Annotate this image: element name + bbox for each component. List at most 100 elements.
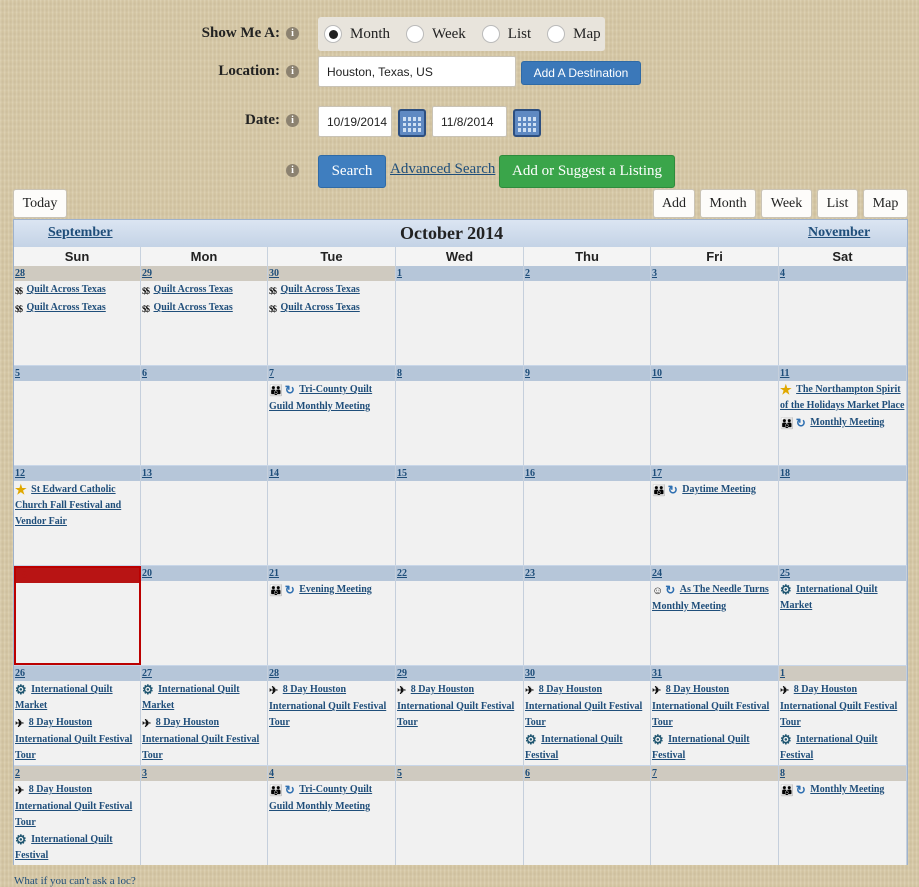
calendar-event[interactable]: ★ The Northampton Spirit of the Holidays… [779,381,906,414]
radio-button[interactable] [324,25,342,43]
date-to-input[interactable]: 11/8/2014 [432,106,507,137]
day-number-label[interactable]: 28 [269,668,279,679]
day-cell[interactable]: 22 [396,566,524,665]
day-cell[interactable]: 8 [396,366,524,465]
day-number-label[interactable]: 20 [142,568,152,579]
day-number[interactable]: 2 [14,766,140,781]
calendar-event[interactable]: ✈ 8 Day Houston International Quilt Fest… [14,714,140,764]
radio-list[interactable]: List [481,25,531,43]
day-number-label[interactable]: 12 [15,468,25,479]
calendar-event[interactable]: $$ Quilt Across Texas [268,281,395,299]
map-view-button[interactable]: Map [863,189,908,218]
event-link[interactable]: 8 Day Houston International Quilt Festiv… [15,784,132,828]
day-cell[interactable]: 2 [524,266,651,365]
radio-button[interactable] [481,25,500,43]
day-cell[interactable]: 20 [141,566,268,665]
day-number[interactable]: 22 [396,566,523,581]
day-number-label[interactable]: 11 [780,368,789,379]
calendar-event[interactable]: ⚙ International Quilt Market [141,681,267,714]
calendar-event[interactable]: ⚙ International Quilt Market [779,581,906,614]
radio-week[interactable]: Week [406,25,466,43]
day-number[interactable]: 31 [651,666,778,681]
calendar-event[interactable]: 👪 ↻ Monthly Meeting [779,414,906,432]
day-number[interactable]: 30 [524,666,650,681]
day-number[interactable]: 2 [524,266,650,281]
day-number[interactable]: 5 [14,366,140,381]
day-cell[interactable]: 3 [141,766,268,865]
prev-month-link[interactable]: September [48,225,113,241]
day-cell[interactable]: 6 [141,366,268,465]
info-icon[interactable]: i [286,65,299,78]
event-link[interactable]: Daytime Meeting [682,484,756,495]
day-number-label[interactable]: 26 [15,668,25,679]
day-cell[interactable]: 24 ☺ ↻ As The Needle Turns Monthly Meeting [651,566,779,665]
day-cell[interactable]: 5 [14,366,141,465]
day-number-label[interactable]: 31 [652,668,662,679]
footnote-link[interactable]: What if you can't ask a loc? [14,875,136,887]
calendar-event[interactable]: $$ Quilt Across Texas [141,299,267,317]
day-cell[interactable]: 21 👪 ↻ Evening Meeting [268,566,396,665]
day-number[interactable]: 28 [14,266,140,281]
day-number-label[interactable]: 2 [15,768,20,779]
add-destination-button[interactable]: Add A Destination [521,61,641,85]
day-number[interactable]: 12 [14,466,140,481]
day-number[interactable]: 1 [396,266,523,281]
event-link[interactable]: 8 Day Houston International Quilt Festiv… [652,684,769,728]
day-number-label[interactable]: 16 [525,468,535,479]
event-link[interactable]: 8 Day Houston International Quilt Festiv… [525,684,642,728]
calendar-event[interactable]: ✈ 8 Day Houston International Quilt Fest… [268,681,395,731]
event-link[interactable]: 8 Day Houston International Quilt Festiv… [269,684,386,728]
day-number-label[interactable]: 4 [780,268,785,279]
day-number[interactable]: 26 [14,666,140,681]
day-cell[interactable]: 28 $$ Quilt Across Texas $$ Quilt Across T… [14,266,141,365]
event-link[interactable]: International Quilt Market [142,684,240,711]
day-number[interactable]: 23 [524,566,650,581]
day-number[interactable]: 16 [524,466,650,481]
day-cell[interactable]: 14 [268,466,396,565]
day-cell[interactable]: 31 ✈ 8 Day Houston International Quilt Fe… [651,666,779,765]
event-link[interactable]: Quilt Across Texas [154,284,233,295]
day-cell[interactable]: 4 👪 ↻ Tri-County Quilt Guild Monthly Meeti… [268,766,396,865]
day-cell[interactable]: 29 ✈ 8 Day Houston International Quilt Fe… [396,666,524,765]
calendar-event[interactable]: ⚙ International Quilt Festival [651,731,778,764]
day-number-label[interactable]: 2 [525,268,530,279]
day-number-label[interactable]: 21 [269,568,279,579]
day-number[interactable]: 27 [141,666,267,681]
location-input[interactable]: Houston, Texas, US [318,56,516,87]
calendar-event[interactable]: ✈ 8 Day Houston International Quilt Fest… [396,681,523,731]
event-link[interactable]: Quilt Across Texas [27,284,106,295]
day-cell[interactable]: 2 ✈ 8 Day Houston International Quilt Fes… [14,766,141,865]
day-cell[interactable]: 7 👪 ↻ Tri-County Quilt Guild Monthly Meeti… [268,366,396,465]
day-number-label[interactable]: 5 [397,768,402,779]
day-cell[interactable]: 27 ⚙ International Quilt Market ✈ 8 Day Ho… [141,666,268,765]
day-number[interactable]: 30 [268,266,395,281]
day-number-label[interactable]: 29 [142,268,152,279]
event-link[interactable]: St Edward Catholic Church Fall Festival … [15,484,121,527]
calendar-picker-icon[interactable] [398,109,426,137]
day-cell[interactable]: 26 ⚙ International Quilt Market ✈ 8 Day Ho… [14,666,141,765]
day-number-label[interactable]: 3 [652,268,657,279]
calendar-event[interactable]: ☺ ↻ As The Needle Turns Monthly Meeting [651,581,778,615]
day-cell[interactable]: 12 ★ St Edward Catholic Church Fall Festi… [14,466,141,565]
event-link[interactable]: Monthly Meeting [810,417,884,428]
day-number[interactable]: 14 [268,466,395,481]
calendar-event[interactable]: 👪 ↻ Daytime Meeting [651,481,778,499]
add-listing-button[interactable]: Add or Suggest a Listing [499,155,675,188]
calendar-event[interactable]: ✈ 8 Day Houston International Quilt Fest… [141,714,267,764]
list-view-button[interactable]: List [817,189,858,218]
day-number[interactable]: 7 [651,766,778,781]
day-cell[interactable]: 3 [651,266,779,365]
day-number-label[interactable]: 17 [652,468,662,479]
day-number[interactable]: 3 [141,766,267,781]
calendar-event[interactable]: ✈ 8 Day Houston International Quilt Fest… [651,681,778,731]
day-number-label[interactable]: 29 [397,668,407,679]
day-cell[interactable]: 18 [779,466,907,565]
today-button[interactable]: Today [13,189,67,218]
calendar-event[interactable]: ⚙ International Quilt Festival [524,731,650,764]
calendar-event[interactable]: $$ Quilt Across Texas [141,281,267,299]
day-cell[interactable]: 30 $$ Quilt Across Texas $$ Quilt Across T… [268,266,396,365]
day-number-label[interactable]: 23 [525,568,535,579]
event-link[interactable]: Evening Meeting [299,584,372,595]
day-number[interactable]: 1 [779,666,906,681]
info-icon[interactable]: i [286,164,299,177]
